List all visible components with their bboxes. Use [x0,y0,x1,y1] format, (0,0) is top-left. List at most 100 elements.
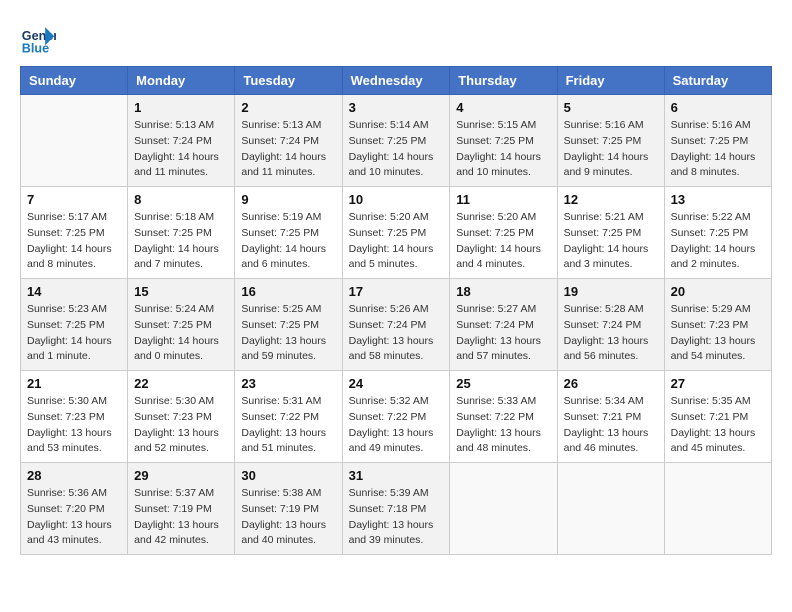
day-detail: Sunrise: 5:28 AMSunset: 7:24 PMDaylight:… [564,302,658,365]
day-number: 30 [241,468,335,483]
day-cell: 21 Sunrise: 5:30 AMSunset: 7:23 PMDayligh… [21,371,128,463]
day-number: 5 [564,100,658,115]
day-detail: Sunrise: 5:14 AMSunset: 7:25 PMDaylight:… [349,118,444,181]
weekday-monday: Monday [128,67,235,95]
day-number: 24 [349,376,444,391]
day-detail: Sunrise: 5:37 AMSunset: 7:19 PMDaylight:… [134,486,228,549]
day-cell [450,463,557,555]
day-detail: Sunrise: 5:35 AMSunset: 7:21 PMDaylight:… [671,394,765,457]
calendar-body: 1Sunrise: 5:13 AMSunset: 7:24 PMDaylight… [21,95,772,555]
weekday-header-row: SundayMondayTuesdayWednesdayThursdayFrid… [21,67,772,95]
day-number: 6 [671,100,765,115]
day-detail: Sunrise: 5:33 AMSunset: 7:22 PMDaylight:… [456,394,550,457]
day-cell: 29 Sunrise: 5:37 AMSunset: 7:19 PMDayligh… [128,463,235,555]
day-cell: 2 Sunrise: 5:13 AMSunset: 7:24 PMDaylight… [235,95,342,187]
day-detail: Sunrise: 5:13 AMSunset: 7:24 PMDaylight:… [241,118,335,181]
day-detail: Sunrise: 5:36 AMSunset: 7:20 PMDaylight:… [27,486,121,549]
day-cell: 10Sunrise: 5:20 AMSunset: 7:25 PMDayligh… [342,187,450,279]
day-number: 10 [349,192,444,207]
day-detail: Sunrise: 5:17 AMSunset: 7:25 PMDaylight:… [27,210,121,273]
day-cell: 28Sunrise: 5:36 AMSunset: 7:20 PMDayligh… [21,463,128,555]
day-number: 7 [27,192,121,207]
day-number: 29 [134,468,228,483]
weekday-wednesday: Wednesday [342,67,450,95]
day-number: 11 [456,192,550,207]
day-cell: 30 Sunrise: 5:38 AMSunset: 7:19 PMDayligh… [235,463,342,555]
day-cell: 16 Sunrise: 5:25 AMSunset: 7:25 PMDayligh… [235,279,342,371]
day-cell: 7 Sunrise: 5:17 AMSunset: 7:25 PMDaylight… [21,187,128,279]
day-detail: Sunrise: 5:38 AMSunset: 7:19 PMDaylight:… [241,486,335,549]
calendar-table: SundayMondayTuesdayWednesdayThursdayFrid… [20,66,772,555]
day-cell: 11 Sunrise: 5:20 AMSunset: 7:25 PMDayligh… [450,187,557,279]
day-cell: 15Sunrise: 5:24 AMSunset: 7:25 PMDayligh… [128,279,235,371]
day-detail: Sunrise: 5:30 AMSunset: 7:23 PMDaylight:… [134,394,228,457]
day-number: 3 [349,100,444,115]
day-cell: 5 Sunrise: 5:16 AMSunset: 7:25 PMDaylight… [557,95,664,187]
day-number: 21 [27,376,121,391]
day-detail: Sunrise: 5:16 AMSunset: 7:25 PMDaylight:… [564,118,658,181]
day-cell [557,463,664,555]
day-detail: Sunrise: 5:22 AMSunset: 7:25 PMDaylight:… [671,210,765,273]
day-detail: Sunrise: 5:29 AMSunset: 7:23 PMDaylight:… [671,302,765,365]
day-detail: Sunrise: 5:25 AMSunset: 7:25 PMDaylight:… [241,302,335,365]
day-number: 13 [671,192,765,207]
day-number: 17 [349,284,444,299]
day-cell: 25 Sunrise: 5:33 AMSunset: 7:22 PMDayligh… [450,371,557,463]
day-cell: 27 Sunrise: 5:35 AMSunset: 7:21 PMDayligh… [664,371,771,463]
day-number: 8 [134,192,228,207]
day-cell: 3 Sunrise: 5:14 AMSunset: 7:25 PMDaylight… [342,95,450,187]
week-row-5: 28Sunrise: 5:36 AMSunset: 7:20 PMDayligh… [21,463,772,555]
day-cell: 17 Sunrise: 5:26 AMSunset: 7:24 PMDayligh… [342,279,450,371]
day-number: 23 [241,376,335,391]
day-detail: Sunrise: 5:15 AMSunset: 7:25 PMDaylight:… [456,118,550,181]
day-number: 22 [134,376,228,391]
day-detail: Sunrise: 5:21 AMSunset: 7:25 PMDaylight:… [564,210,658,273]
day-detail: Sunrise: 5:26 AMSunset: 7:24 PMDaylight:… [349,302,444,365]
logo: General Blue [20,20,60,56]
day-cell [21,95,128,187]
week-row-1: 1Sunrise: 5:13 AMSunset: 7:24 PMDaylight… [21,95,772,187]
weekday-friday: Friday [557,67,664,95]
day-cell: 24 Sunrise: 5:32 AMSunset: 7:22 PMDayligh… [342,371,450,463]
day-detail: Sunrise: 5:24 AMSunset: 7:25 PMDaylight:… [134,302,228,365]
day-cell: 1Sunrise: 5:13 AMSunset: 7:24 PMDaylight… [128,95,235,187]
day-cell: 18 Sunrise: 5:27 AMSunset: 7:24 PMDayligh… [450,279,557,371]
weekday-saturday: Saturday [664,67,771,95]
day-number: 19 [564,284,658,299]
week-row-2: 7 Sunrise: 5:17 AMSunset: 7:25 PMDaylight… [21,187,772,279]
weekday-tuesday: Tuesday [235,67,342,95]
day-detail: Sunrise: 5:27 AMSunset: 7:24 PMDaylight:… [456,302,550,365]
day-cell: 8Sunrise: 5:18 AMSunset: 7:25 PMDaylight… [128,187,235,279]
day-detail: Sunrise: 5:20 AMSunset: 7:25 PMDaylight:… [456,210,550,273]
day-detail: Sunrise: 5:32 AMSunset: 7:22 PMDaylight:… [349,394,444,457]
day-number: 2 [241,100,335,115]
day-number: 12 [564,192,658,207]
day-number: 27 [671,376,765,391]
day-cell: 4Sunrise: 5:15 AMSunset: 7:25 PMDaylight… [450,95,557,187]
day-detail: Sunrise: 5:31 AMSunset: 7:22 PMDaylight:… [241,394,335,457]
week-row-4: 21 Sunrise: 5:30 AMSunset: 7:23 PMDayligh… [21,371,772,463]
day-detail: Sunrise: 5:19 AMSunset: 7:25 PMDaylight:… [241,210,335,273]
day-detail: Sunrise: 5:30 AMSunset: 7:23 PMDaylight:… [27,394,121,457]
weekday-thursday: Thursday [450,67,557,95]
day-number: 25 [456,376,550,391]
day-number: 31 [349,468,444,483]
week-row-3: 14 Sunrise: 5:23 AMSunset: 7:25 PMDayligh… [21,279,772,371]
day-cell: 22 Sunrise: 5:30 AMSunset: 7:23 PMDayligh… [128,371,235,463]
day-cell: 14 Sunrise: 5:23 AMSunset: 7:25 PMDayligh… [21,279,128,371]
day-detail: Sunrise: 5:34 AMSunset: 7:21 PMDaylight:… [564,394,658,457]
weekday-sunday: Sunday [21,67,128,95]
day-detail: Sunrise: 5:39 AMSunset: 7:18 PMDaylight:… [349,486,444,549]
day-number: 9 [241,192,335,207]
day-number: 16 [241,284,335,299]
day-cell: 20Sunrise: 5:29 AMSunset: 7:23 PMDayligh… [664,279,771,371]
day-number: 18 [456,284,550,299]
day-number: 14 [27,284,121,299]
day-cell: 26Sunrise: 5:34 AMSunset: 7:21 PMDayligh… [557,371,664,463]
day-detail: Sunrise: 5:13 AMSunset: 7:24 PMDaylight:… [134,118,228,181]
day-detail: Sunrise: 5:16 AMSunset: 7:25 PMDaylight:… [671,118,765,181]
svg-text:Blue: Blue [22,41,49,55]
day-cell: 23 Sunrise: 5:31 AMSunset: 7:22 PMDayligh… [235,371,342,463]
day-detail: Sunrise: 5:23 AMSunset: 7:25 PMDaylight:… [27,302,121,365]
day-cell: 6 Sunrise: 5:16 AMSunset: 7:25 PMDaylight… [664,95,771,187]
